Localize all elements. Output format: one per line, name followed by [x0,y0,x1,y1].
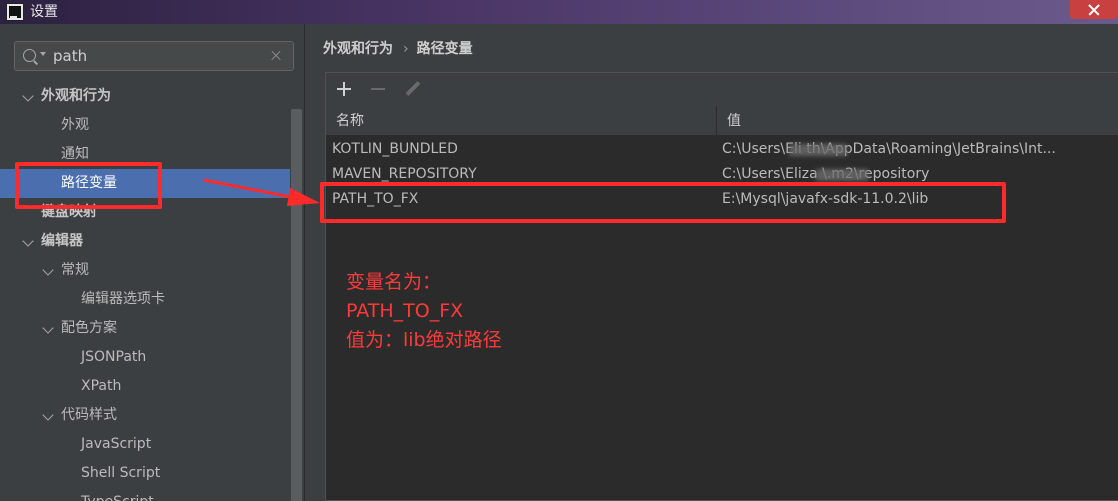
tree-item-editor[interactable]: 编辑器 [0,227,290,256]
variable-name-cell: KOTLIN_BUNDLED [332,141,458,157]
tree-item-label: Shell Script [81,465,161,481]
breadcrumb-separator: › [403,41,409,57]
tree-item-label: 编辑器选项卡 [81,291,165,307]
tree-item-label: JSONPath [81,349,147,365]
breadcrumb-current: 路径变量 [416,41,473,57]
redaction-blur [816,169,868,181]
minus-icon[interactable] [369,80,387,98]
tree-item-label: TypeScript [81,488,154,501]
settings-content: 外观和行为 › 路径变量 名称 值 KOTLIN_BUNDLED C:\Users\… [304,24,1118,501]
redaction-blur [789,144,847,156]
table-header: 名称 值 [326,106,1118,136]
column-header-name[interactable]: 名称 [326,106,364,136]
search-input[interactable] [53,46,253,66]
tree-item-label: 编辑器 [41,233,83,249]
table-toolbar [326,73,1118,105]
annotation-highlight-sidebar [15,162,162,209]
annotation-line-2: PATH_TO_FX [346,300,464,322]
tree-item-label: 配色方案 [61,320,117,336]
tree-item-color-scheme[interactable]: 配色方案 [0,314,290,343]
tree-item-appearance[interactable]: 外观 [0,111,290,140]
chevron-down-icon[interactable] [22,235,34,247]
tree-item-typescript[interactable]: TypeScript [0,488,290,501]
search-history-caret-icon[interactable] [40,52,46,56]
close-window-button[interactable] [1070,0,1118,19]
annotation-line-3: 值为：lib绝对路径 [346,329,502,351]
plus-icon[interactable] [335,80,353,98]
annotation-line-1: 变量名为： [346,271,442,293]
tree-item-label: 常规 [61,262,89,278]
tree-item-label: 外观 [61,117,89,133]
clear-search-icon[interactable] [269,49,283,63]
sidebar-scrollbar-thumb[interactable] [291,109,302,501]
chevron-down-icon[interactable] [42,409,54,421]
tree-item-appearance-behavior[interactable]: 外观和行为 [0,82,290,111]
breadcrumb-parent[interactable]: 外观和行为 [323,41,393,57]
pencil-icon[interactable] [403,80,421,98]
tree-item-label: JavaScript [81,436,152,452]
search-icon [23,49,36,62]
tree-item-javascript[interactable]: JavaScript [0,430,290,459]
tree-item-general[interactable]: 常规 [0,256,290,285]
tree-item-label: XPath [81,378,122,394]
chevron-down-icon[interactable] [42,264,54,276]
breadcrumb: 外观和行为 › 路径变量 [323,38,473,58]
tree-item-xpath[interactable]: XPath [0,372,290,401]
annotation-highlight-row [320,182,1006,223]
settings-sidebar: 外观和行为 外观 通知 路径变量 键盘映射 编辑器 常规 编辑器选项卡 配色方案 [0,24,304,501]
tree-item-jsonpath[interactable]: JSONPath [0,343,290,372]
chevron-down-icon[interactable] [22,90,34,102]
chevron-down-icon[interactable] [42,322,54,334]
tree-item-label: 外观和行为 [41,88,111,104]
annotation-note: 变量名为： PATH_TO_FX 值为：lib绝对路径 [346,268,502,355]
column-header-value[interactable]: 值 [717,106,741,136]
tree-item-shell-script[interactable]: Shell Script [0,459,290,488]
settings-search-box[interactable] [14,41,294,71]
tree-item-code-style[interactable]: 代码样式 [0,401,290,430]
tree-item-label: 代码样式 [61,407,117,423]
tree-item-editor-tabs[interactable]: 编辑器选项卡 [0,285,290,314]
table-row[interactable]: KOTLIN_BUNDLED C:\Users\Eli th\AppData\R… [326,137,1118,162]
variable-value-cell: C:\Users\Eli th\AppData\Roaming\JetBrain… [722,141,1056,157]
intellij-app-icon [6,3,24,21]
title-bar: 设置 [0,0,1118,24]
window-title: 设置 [30,4,58,20]
